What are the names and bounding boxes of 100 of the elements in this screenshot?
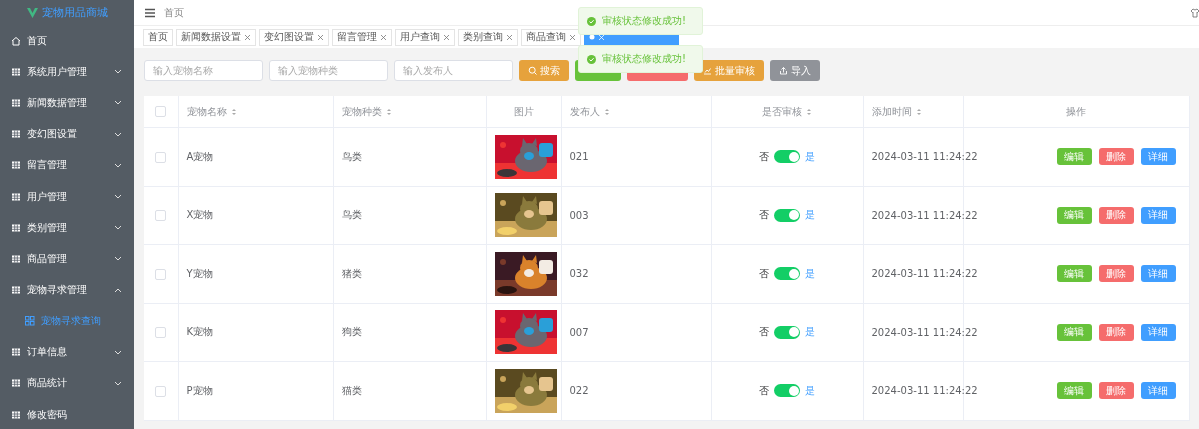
- search-field[interactable]: 输入宠物种类: [269, 60, 388, 81]
- tab[interactable]: 用户查询: [395, 28, 455, 46]
- toolbar-button[interactable]: 导入: [770, 60, 820, 81]
- menu-item[interactable]: 订单信息: [0, 336, 134, 368]
- tab[interactable]: 商品查询: [521, 28, 581, 46]
- action-button[interactable]: 删除: [1098, 265, 1134, 283]
- table-cell: 2024-03-11 11:24:22: [871, 326, 978, 338]
- menu-item[interactable]: 新闻数据管理: [0, 87, 134, 119]
- grid-icon: [11, 222, 21, 233]
- column-header[interactable]: 添加时间: [871, 104, 912, 119]
- table-cell: 鸟类: [341, 209, 362, 221]
- switch-label: 是: [805, 266, 815, 281]
- column-header[interactable]: 发布人: [569, 104, 600, 119]
- table-cell: 021: [569, 151, 589, 163]
- menu-item[interactable]: 变幻图设置: [0, 118, 134, 150]
- success-toast: 审核状态修改成功!: [578, 45, 703, 73]
- shirt-icon: [1190, 7, 1199, 18]
- tab[interactable]: 类别查询: [458, 28, 518, 46]
- table-cell: 2024-03-11 11:24:22: [871, 385, 978, 397]
- column-header: 图片: [513, 104, 534, 119]
- grid-icon: [11, 66, 21, 77]
- search-field[interactable]: 输入发布人: [394, 60, 513, 81]
- menu-item[interactable]: 用户管理: [0, 180, 134, 213]
- table-cell: 猪类: [341, 267, 362, 279]
- table-cell: 022: [569, 385, 589, 397]
- table-cell: 032: [569, 268, 589, 280]
- checkbox[interactable]: [155, 385, 167, 397]
- grid-icon: [11, 347, 21, 358]
- column-header: 操作: [1066, 104, 1087, 119]
- switch-label: 否: [759, 149, 769, 164]
- action-button[interactable]: 详细: [1140, 323, 1176, 341]
- switch-label: 是: [805, 149, 815, 164]
- action-button[interactable]: 编辑: [1056, 206, 1092, 224]
- action-button[interactable]: 删除: [1098, 323, 1134, 341]
- upload-icon: [779, 66, 788, 75]
- action-button[interactable]: 删除: [1098, 148, 1134, 166]
- menu-item[interactable]: 系统用户管理: [0, 56, 134, 88]
- table-cell: 007: [569, 326, 589, 338]
- table-cell: 鸟类: [341, 150, 362, 162]
- grid-icon: [11, 160, 21, 171]
- breadcrumb[interactable]: 首页: [164, 5, 184, 20]
- action-button[interactable]: 删除: [1098, 382, 1134, 400]
- table-cell: 003: [569, 209, 589, 221]
- menu-item[interactable]: 修改密码: [0, 399, 134, 429]
- checkbox[interactable]: [155, 106, 167, 118]
- submenu-item[interactable]: 宠物寻求查询: [0, 305, 134, 337]
- switch-label: 否: [759, 325, 769, 340]
- table-cell: 2024-03-11 11:24:22: [871, 151, 978, 163]
- search-field[interactable]: 输入宠物名称: [144, 60, 263, 81]
- action-button[interactable]: 编辑: [1056, 148, 1092, 166]
- action-button[interactable]: 编辑: [1056, 323, 1092, 341]
- checkbox[interactable]: [155, 327, 167, 338]
- column-header[interactable]: 是否审核: [762, 104, 802, 119]
- switch-label: 是: [805, 383, 815, 398]
- menu-item[interactable]: 商品管理: [0, 243, 134, 275]
- toggle-switch[interactable]: [774, 325, 800, 339]
- switch-label: 否: [759, 383, 769, 398]
- toggle-switch[interactable]: [774, 267, 800, 281]
- toggle-switch[interactable]: [774, 150, 800, 164]
- table-cell: K宠物: [186, 326, 214, 338]
- switch-label: 否: [759, 266, 769, 281]
- action-button[interactable]: 删除: [1098, 206, 1134, 224]
- action-button[interactable]: 详细: [1140, 206, 1176, 224]
- menu-item[interactable]: 类别管理: [0, 212, 134, 244]
- toggle-switch[interactable]: [774, 384, 800, 398]
- success-icon: [587, 16, 596, 26]
- switch-label: 是: [805, 208, 815, 223]
- toggle-switch[interactable]: [774, 208, 800, 222]
- action-button[interactable]: 编辑: [1056, 382, 1092, 400]
- menu-item[interactable]: 宠物寻求管理: [0, 274, 134, 306]
- table-cell: 2024-03-11 11:24:22: [871, 268, 978, 280]
- checkbox[interactable]: [155, 210, 167, 221]
- tab[interactable]: 变幻图设置: [259, 28, 329, 46]
- app-logo-text: 宠物用品商城: [42, 5, 108, 20]
- menu-item[interactable]: 留言管理: [0, 149, 134, 181]
- grid-icon: [11, 253, 21, 264]
- home-icon: [11, 35, 21, 46]
- column-header[interactable]: 宠物种类: [341, 104, 382, 119]
- menu-item[interactable]: 商品统计: [0, 367, 134, 400]
- tab[interactable]: 首页: [143, 28, 173, 46]
- chart-icon: [703, 66, 712, 75]
- action-button[interactable]: 详细: [1140, 265, 1176, 283]
- toolbar-button[interactable]: 搜索: [519, 60, 569, 81]
- tab[interactable]: 新闻数据设置: [176, 28, 256, 46]
- toolbar-button[interactable]: 批量审核: [694, 60, 764, 81]
- column-header[interactable]: 宠物名称: [186, 104, 227, 119]
- action-button[interactable]: 详细: [1140, 382, 1176, 400]
- tab[interactable]: 留言管理: [332, 28, 392, 46]
- grid-icon: [11, 129, 21, 140]
- action-button[interactable]: 详细: [1140, 148, 1176, 166]
- grid-icon: [11, 409, 21, 420]
- switch-label: 否: [759, 208, 769, 223]
- success-icon: [587, 54, 596, 64]
- table-cell: 猫类: [341, 384, 362, 396]
- grid-icon: [11, 285, 21, 296]
- checkbox[interactable]: [155, 268, 167, 280]
- checkbox[interactable]: [155, 151, 167, 163]
- search-icon: [528, 66, 537, 75]
- action-button[interactable]: 编辑: [1056, 265, 1092, 283]
- menu-item[interactable]: 首页: [0, 25, 134, 57]
